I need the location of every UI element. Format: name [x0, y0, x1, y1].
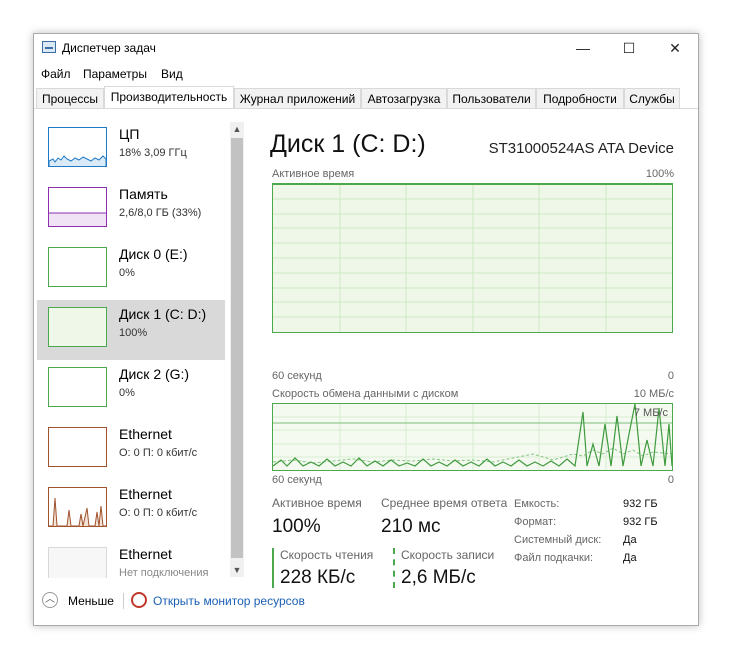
sidebar-item-label: ЦП [119, 126, 140, 142]
cpu-thumbnail [48, 127, 107, 167]
ethernet-thumbnail [48, 547, 107, 578]
transfer-graph-mid: 7 МБ/с [633, 407, 668, 419]
disk-title: Диск 1 (C: D:) [270, 130, 426, 158]
sidebar-item-label: Диск 2 (G:) [119, 366, 190, 382]
avg-response-value: 210 мс [381, 516, 441, 537]
write-speed-marker [393, 548, 395, 588]
tab-strip: Процессы Производительность Журнал прило… [36, 86, 696, 109]
tab-startup[interactable]: Автозагрузка [361, 88, 447, 108]
ethernet-thumbnail [48, 427, 107, 467]
sidebar-item-disk1[interactable]: Диск 1 (C: D:) 100% [37, 300, 225, 360]
task-manager-icon [42, 41, 56, 53]
sidebar-item-ethernet-1[interactable]: Ethernet О: 0 П: 0 кбит/с [37, 420, 225, 480]
open-resource-monitor-link[interactable]: Открыть монитор ресурсов [153, 594, 305, 608]
sidebar-item-label: Ethernet [119, 546, 172, 562]
system-disk-value: Да [623, 534, 637, 546]
sidebar-item-value: О: 0 П: 0 кбит/с [119, 447, 198, 459]
scroll-down-icon[interactable]: ▼ [230, 563, 244, 577]
sidebar-item-memory[interactable]: Память 2,6/8,0 ГБ (33%) [37, 180, 225, 240]
sidebar-item-disk2[interactable]: Диск 2 (G:) 0% [37, 360, 225, 420]
transfer-rate-lines [273, 404, 672, 470]
sidebar-item-value: 18% 3,09 ГГц [119, 147, 187, 159]
title-bar[interactable]: Диспетчер задач — ☐ ✕ [34, 34, 698, 62]
sidebar-item-label: Ethernet [119, 486, 172, 502]
chevron-up-icon[interactable]: ︿ [42, 592, 58, 608]
sidebar-item-label: Память [119, 186, 168, 202]
format-label: Формат: [514, 516, 557, 528]
sidebar-item-label: Диск 0 (E:) [119, 246, 188, 262]
sidebar-item-value: 0% [119, 267, 135, 279]
disk2-thumbnail [48, 367, 107, 407]
page-file-value: Да [623, 552, 637, 564]
task-manager-window: Диспетчер задач — ☐ ✕ Файл Параметры Вид… [33, 33, 699, 626]
menu-file[interactable]: Файл [41, 67, 71, 81]
transfer-graph-max: 10 МБ/с [633, 388, 674, 400]
write-speed-label: Скорость записи [401, 548, 495, 562]
resource-monitor-icon[interactable] [131, 592, 147, 608]
capacity-label: Емкость: [514, 498, 560, 510]
sidebar-item-value: 2,6/8,0 ГБ (33%) [119, 207, 202, 219]
sidebar-item-value: 0% [119, 387, 135, 399]
transfer-graph-duration: 60 секунд [272, 474, 322, 486]
tab-app-history[interactable]: Журнал приложений [234, 88, 361, 108]
sidebar-item-value: Нет подключения [119, 567, 209, 578]
sidebar-item-value: 100% [119, 327, 148, 339]
active-time-label: Активное время [272, 496, 362, 510]
capacity-value: 932 ГБ [623, 498, 658, 510]
sidebar-item-disk0[interactable]: Диск 0 (E:) 0% [37, 240, 225, 300]
fewer-details-button[interactable]: Меньше [68, 594, 114, 608]
maximize-button[interactable]: ☐ [606, 34, 652, 62]
system-disk-label: Системный диск: [514, 534, 602, 546]
transfer-graph-label: Скорость обмена данными с диском [272, 388, 459, 400]
sidebar-scrollbar[interactable]: ▲ ▼ [230, 122, 244, 577]
active-time-graph-min: 0 [667, 370, 674, 382]
active-time-graph-max: 100% [645, 168, 674, 180]
minimize-button[interactable]: — [560, 34, 606, 62]
read-speed-marker [272, 548, 274, 588]
sidebar-item-cpu[interactable]: ЦП 18% 3,09 ГГц [37, 120, 225, 180]
sidebar-item-label: Диск 1 (C: D:) [119, 306, 207, 322]
resource-list: ЦП 18% 3,09 ГГц Память 2,6/8,0 ГБ (33%) … [35, 116, 229, 578]
scroll-thumb[interactable] [231, 138, 243, 558]
sidebar-item-value: О: 0 П: 0 кбит/с [119, 507, 198, 519]
footer-separator [123, 593, 124, 609]
tab-divider [34, 108, 698, 109]
page-file-label: Файл подкачки: [514, 552, 594, 564]
transfer-rate-graph: 7 МБ/с [272, 403, 673, 471]
transfer-graph-min: 0 [667, 474, 674, 486]
close-button[interactable]: ✕ [652, 34, 698, 62]
menu-view[interactable]: Вид [161, 67, 183, 81]
active-time-graph [272, 183, 673, 333]
active-time-graph-duration: 60 секунд [272, 370, 322, 382]
active-time-graph-label: Активное время [272, 168, 355, 180]
tab-services[interactable]: Службы [624, 88, 680, 108]
ethernet-thumbnail [48, 487, 107, 527]
memory-thumbnail [48, 187, 107, 227]
tab-performance[interactable]: Производительность [104, 86, 234, 109]
tab-users[interactable]: Пользователи [447, 88, 536, 108]
disk0-thumbnail [48, 247, 107, 287]
tab-processes[interactable]: Процессы [36, 88, 104, 108]
active-time-grid [273, 184, 672, 332]
menu-options[interactable]: Параметры [83, 67, 147, 81]
footer-bar: ︿ Меньше Открыть монитор ресурсов [34, 586, 698, 616]
disk-model: ST31000524AS ATA Device [488, 140, 674, 157]
active-time-value: 100% [272, 516, 321, 537]
avg-response-label: Среднее время ответа [381, 496, 508, 510]
window-title: Диспетчер задач [62, 41, 156, 55]
sidebar-item-label: Ethernet [119, 426, 172, 442]
scroll-up-icon[interactable]: ▲ [230, 122, 244, 136]
read-speed-label: Скорость чтения [280, 548, 374, 562]
tab-details[interactable]: Подробности [536, 88, 624, 108]
sidebar-item-ethernet-2[interactable]: Ethernet О: 0 П: 0 кбит/с [37, 480, 225, 540]
sidebar-item-ethernet-3[interactable]: Ethernet Нет подключения [37, 540, 225, 578]
format-value: 932 ГБ [623, 516, 658, 528]
disk1-thumbnail [48, 307, 107, 347]
